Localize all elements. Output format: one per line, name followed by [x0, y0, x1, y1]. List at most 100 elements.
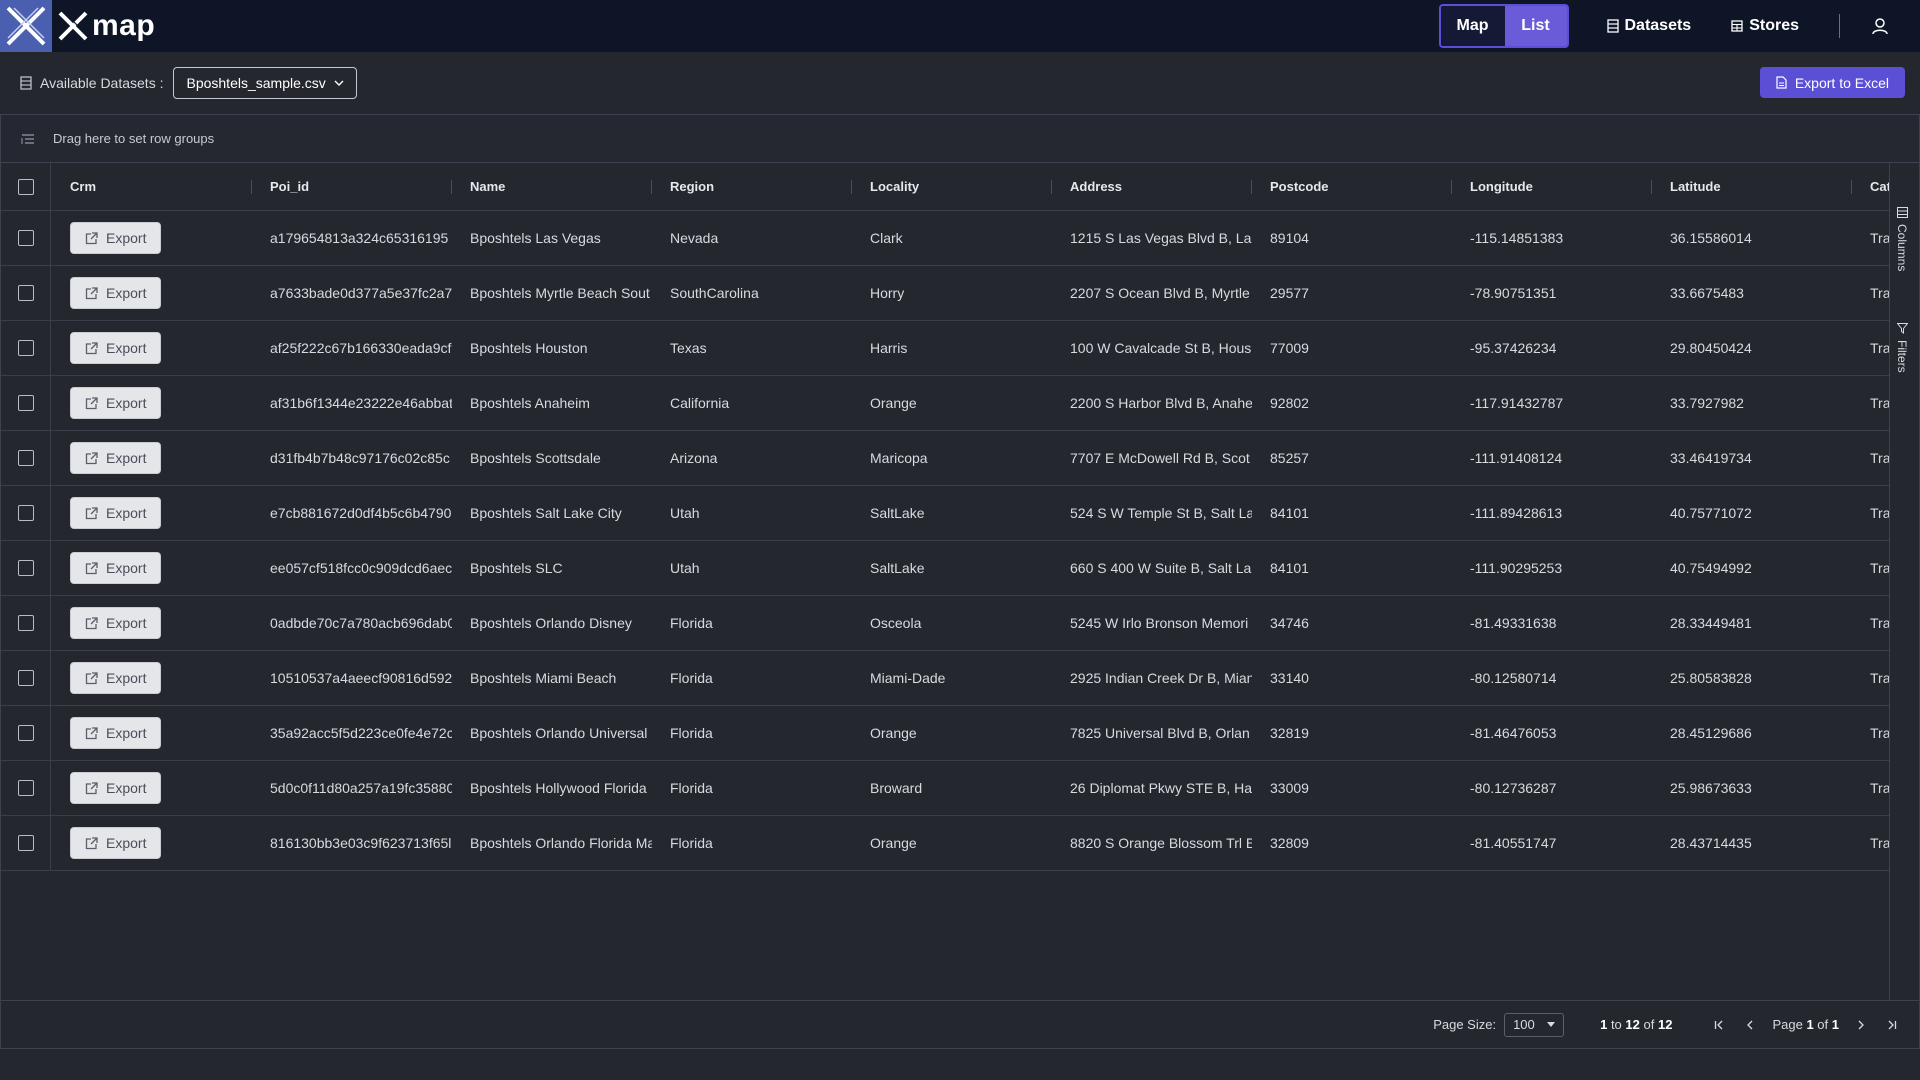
datasets-nav-link[interactable]: Datasets	[1606, 17, 1691, 35]
postcode-cell: 32809	[1270, 835, 1309, 851]
column-header-cat[interactable]: Cat	[1852, 163, 1889, 210]
row-checkbox[interactable]	[17, 615, 34, 631]
columns-icon	[1896, 207, 1908, 218]
user-profile-button[interactable]	[1860, 17, 1900, 35]
table-row[interactable]: Export 0adbde70c7a780acb696dab0 Bposhtel…	[1, 596, 1889, 651]
row-export-button[interactable]: Export	[70, 827, 162, 859]
name-cell: Bposhtels Orlando Universal	[470, 725, 648, 741]
row-checkbox[interactable]	[17, 670, 34, 686]
crm-cell: Export	[52, 266, 252, 320]
column-header-label: Longitude	[1470, 179, 1533, 194]
next-page-button[interactable]	[1853, 1017, 1869, 1033]
nav-divider	[1839, 14, 1840, 38]
row-checkbox[interactable]	[17, 285, 34, 301]
row-checkbox[interactable]	[17, 340, 34, 356]
column-header-label: Name	[470, 179, 506, 194]
row-export-button[interactable]: Export	[70, 387, 162, 419]
row-export-button[interactable]: Export	[70, 772, 162, 804]
previous-page-button[interactable]	[1742, 1017, 1758, 1033]
row-export-button[interactable]: Export	[70, 442, 162, 474]
region-cell: Florida	[670, 670, 713, 686]
row-export-button[interactable]: Export	[70, 607, 162, 639]
row-checkbox[interactable]	[17, 505, 34, 521]
region-cell: Nevada	[670, 230, 719, 246]
grid-side-bar: Columns Filters	[1889, 163, 1919, 1000]
row-export-button[interactable]: Export	[70, 552, 162, 584]
logo-small-x-icon	[58, 11, 88, 41]
address-cell: 524 S W Temple St B, Salt La	[1070, 505, 1252, 521]
postcode-cell: 85257	[1270, 450, 1309, 466]
first-page-button[interactable]	[1712, 1017, 1728, 1033]
row-group-icon	[21, 133, 34, 144]
first-page-icon	[1715, 1020, 1723, 1029]
row-export-button[interactable]: Export	[70, 497, 162, 529]
row-checkbox[interactable]	[17, 725, 34, 741]
export-external-icon	[85, 726, 98, 739]
column-header-longitude[interactable]: Longitude	[1452, 163, 1652, 210]
row-export-button[interactable]: Export	[70, 717, 162, 749]
latitude-cell: 36.15586014	[1670, 230, 1752, 246]
list-view-button[interactable]: List	[1504, 6, 1567, 46]
row-checkbox[interactable]	[17, 230, 34, 246]
select-all-cell	[1, 163, 51, 210]
latitude-cell: 25.80583828	[1670, 670, 1752, 686]
table-row[interactable]: Export 35a92acc5f5d223ce0fe4e72c Bposhte…	[1, 706, 1889, 761]
postcode-cell: 34746	[1270, 615, 1309, 631]
table-row[interactable]: Export d31fb4b7b48c97176c02c85c Bposhtel…	[1, 431, 1889, 486]
row-group-panel[interactable]: Drag here to set row groups	[1, 115, 1919, 163]
row-export-button[interactable]: Export	[70, 332, 162, 364]
dataset-select-value: Bposhtels_sample.csv	[186, 75, 326, 91]
columns-tool-tab[interactable]: Columns	[1895, 207, 1909, 271]
export-to-excel-button[interactable]: Export to Excel	[1759, 67, 1905, 98]
map-view-button[interactable]: Map	[1440, 6, 1505, 46]
stores-nav-link[interactable]: Stores	[1731, 17, 1799, 35]
cat-cell: Tra	[1870, 615, 1889, 631]
address-cell: 26 Diplomat Pkwy STE B, Ha	[1070, 780, 1252, 796]
table-row[interactable]: Export af25f222c67b166330eada9cf Bposhte…	[1, 321, 1889, 376]
table-row[interactable]: Export ee057cf518fcc0c909dcd6aec Bposhte…	[1, 541, 1889, 596]
column-header-latitude[interactable]: Latitude	[1652, 163, 1852, 210]
row-checkbox[interactable]	[17, 450, 34, 466]
row-export-label: Export	[106, 725, 147, 741]
column-header-name[interactable]: Name	[452, 163, 652, 210]
select-all-checkbox[interactable]	[17, 178, 34, 195]
column-header-locality[interactable]: Locality	[852, 163, 1052, 210]
row-checkbox[interactable]	[17, 835, 34, 851]
row-export-button[interactable]: Export	[70, 222, 162, 254]
row-checkbox[interactable]	[17, 780, 34, 796]
poi-id-cell: a179654813a324c65316195	[270, 230, 449, 246]
last-page-button[interactable]	[1883, 1017, 1899, 1033]
column-header-crm[interactable]: Crm	[52, 163, 252, 210]
dataset-toolbar: Available Datasets : Bposhtels_sample.cs…	[0, 52, 1920, 114]
row-checkbox[interactable]	[17, 395, 34, 411]
address-cell: 7707 E McDowell Rd B, Scot	[1070, 450, 1250, 466]
table-row[interactable]: Export e7cb881672d0df4b5c6b4790 Bposhtel…	[1, 486, 1889, 541]
column-header-postcode[interactable]: Postcode	[1252, 163, 1452, 210]
name-cell: Bposhtels Hollywood Florida	[470, 780, 647, 796]
postcode-cell: 84101	[1270, 560, 1309, 576]
filters-tool-tab[interactable]: Filters	[1895, 323, 1909, 373]
row-export-button[interactable]: Export	[70, 277, 162, 309]
table-row[interactable]: Export a179654813a324c65316195 Bposhtels…	[1, 211, 1889, 266]
row-export-button[interactable]: Export	[70, 662, 162, 694]
table-row[interactable]: Export a7633bade0d377a5e37fc2a7 Bposhtel…	[1, 266, 1889, 321]
poi-id-cell: 10510537a4aeecf90816d592	[270, 670, 452, 686]
latitude-cell: 33.6675483	[1670, 285, 1744, 301]
table-row[interactable]: Export 10510537a4aeecf90816d592 Bposhtel…	[1, 651, 1889, 706]
column-header-address[interactable]: Address	[1052, 163, 1252, 210]
row-export-label: Export	[106, 780, 147, 796]
column-header-poi-id[interactable]: Poi_id	[252, 163, 452, 210]
cat-cell: Tra	[1870, 505, 1889, 521]
column-header-region[interactable]: Region	[652, 163, 852, 210]
poi-id-cell: a7633bade0d377a5e37fc2a7	[270, 285, 452, 301]
range-to-word: to	[1610, 1017, 1622, 1032]
table-row[interactable]: Export 5d0c0f11d80a257a19fc35880 Bposhte…	[1, 761, 1889, 816]
longitude-cell: -115.14851383	[1470, 230, 1564, 246]
dataset-select[interactable]: Bposhtels_sample.csv	[173, 67, 357, 99]
row-checkbox[interactable]	[17, 560, 34, 576]
table-row[interactable]: Export af31b6f1344e23222e46abbat Bposhte…	[1, 376, 1889, 431]
page-size-select[interactable]: 100	[1504, 1012, 1565, 1037]
table-row[interactable]: Export 816130bb3e03c9f623713f65l Bposhte…	[1, 816, 1889, 871]
prev-page-icon	[1747, 1020, 1753, 1029]
app-logo[interactable]: map	[0, 0, 155, 52]
